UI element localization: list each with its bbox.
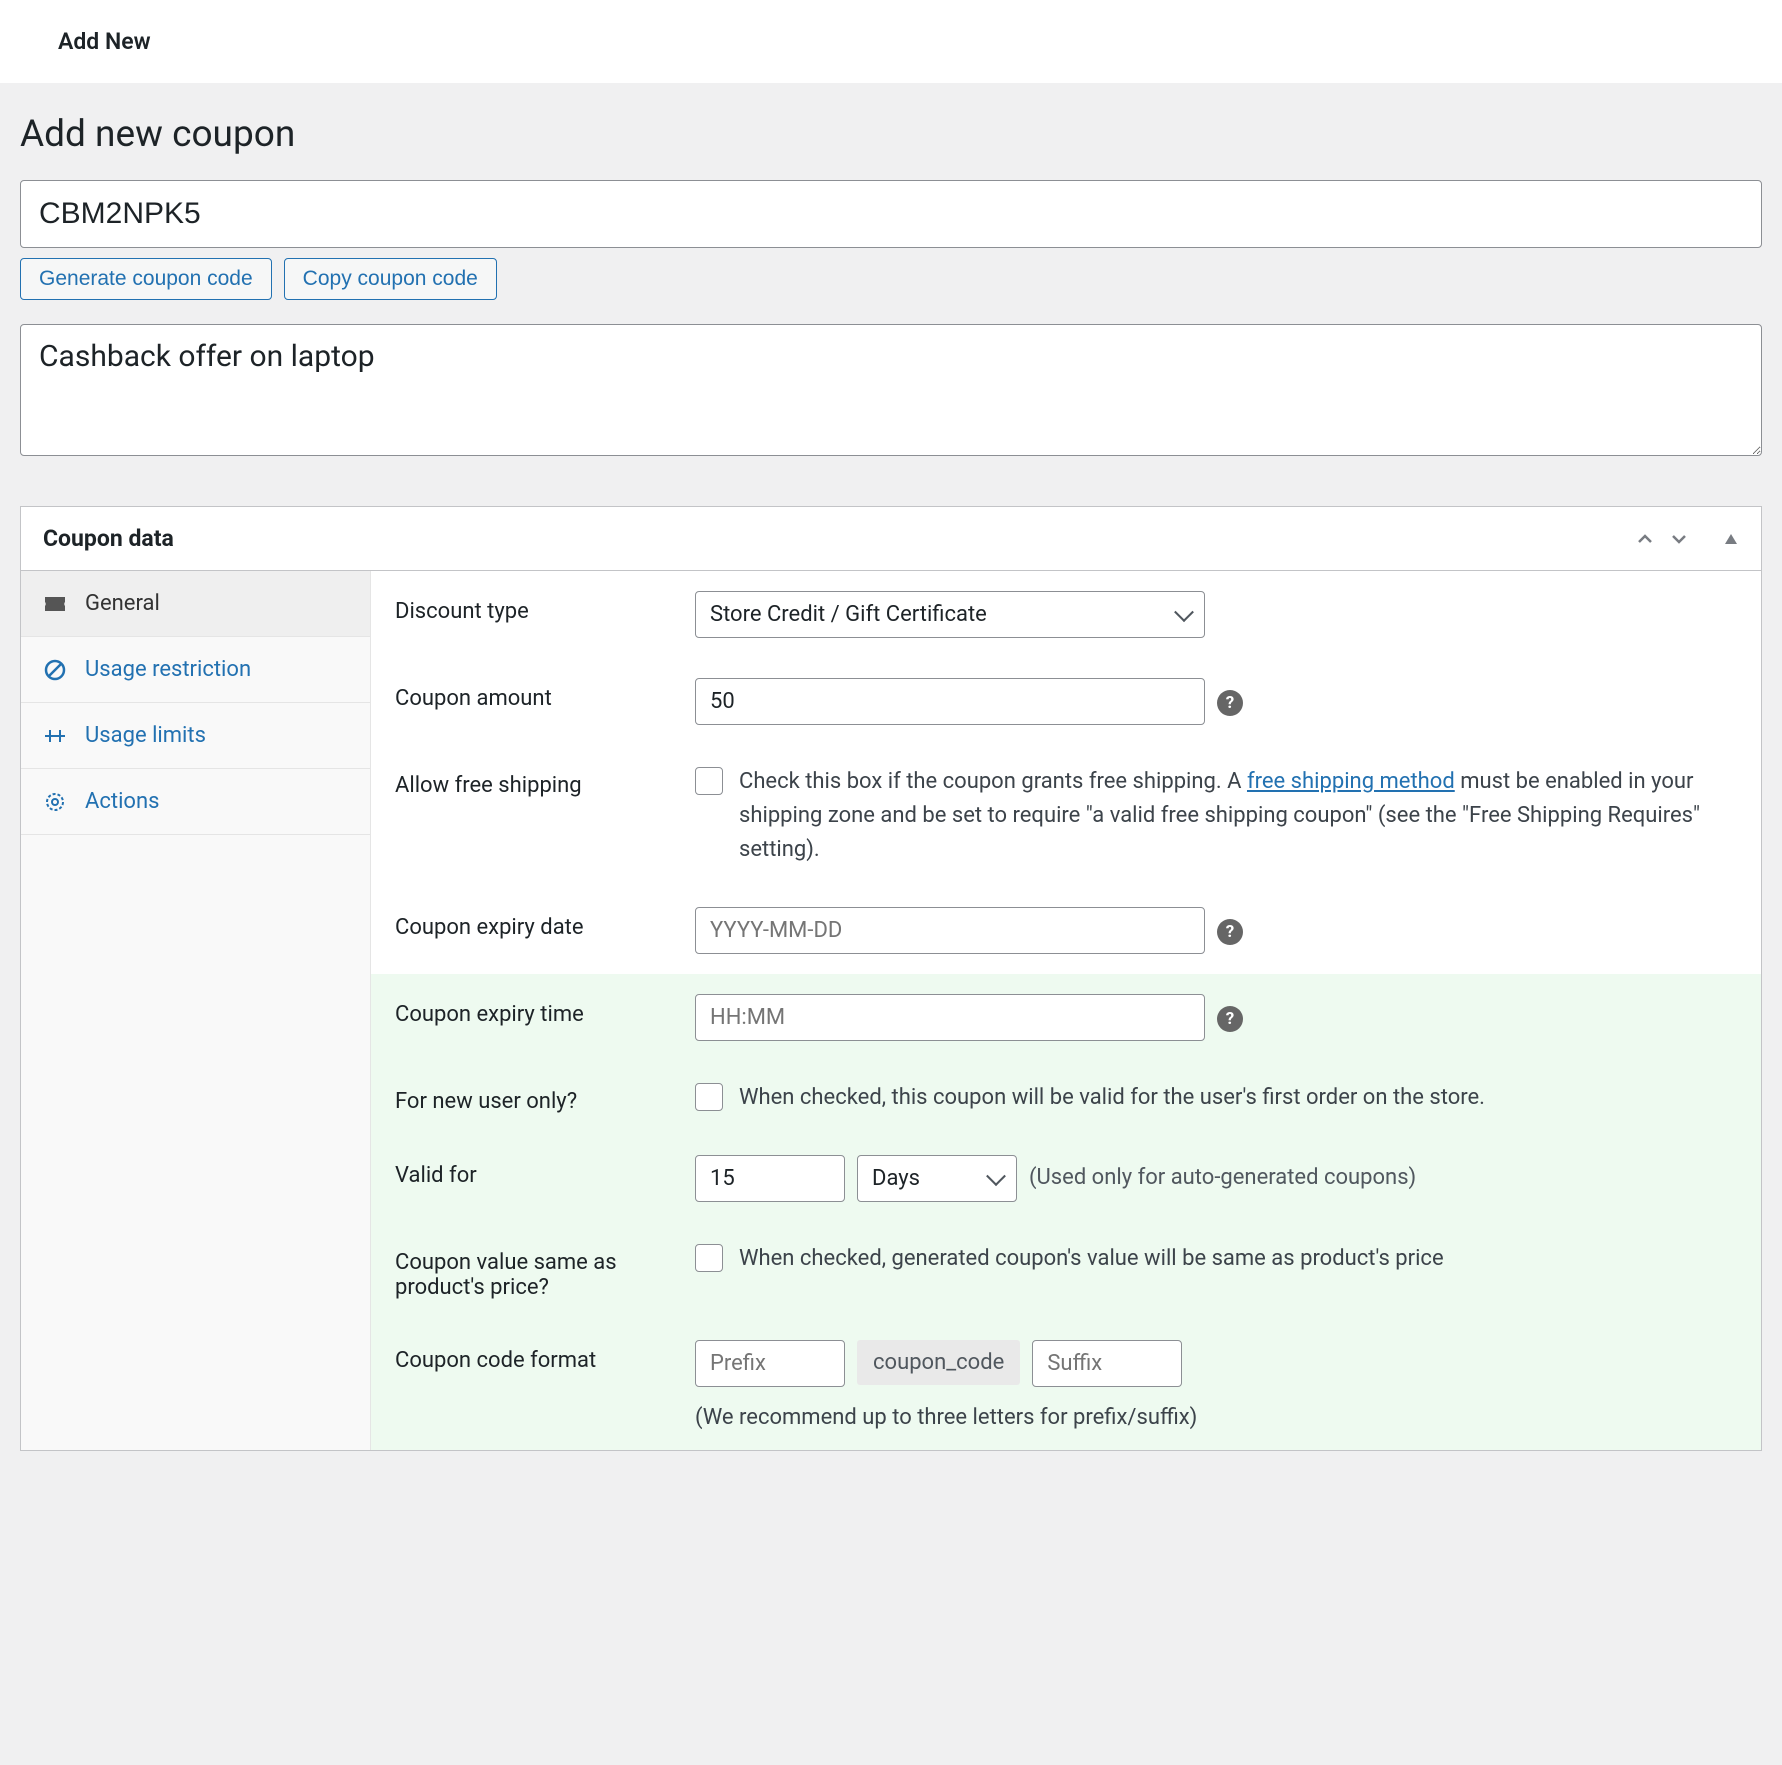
- copy-coupon-button[interactable]: Copy coupon code: [284, 258, 497, 300]
- code-suffix-input[interactable]: [1032, 1340, 1182, 1387]
- valid-for-unit-select[interactable]: Days: [857, 1155, 1017, 1202]
- same-as-price-label: Coupon value same as product's price?: [395, 1242, 695, 1300]
- coupon-amount-input[interactable]: [695, 678, 1205, 725]
- triangle-up-icon[interactable]: [1723, 531, 1739, 547]
- same-as-price-hint: When checked, generated coupon's value w…: [739, 1242, 1444, 1276]
- same-as-price-checkbox[interactable]: [695, 1244, 723, 1272]
- limits-icon: [43, 724, 67, 748]
- help-icon[interactable]: ?: [1217, 919, 1243, 945]
- coupon-code-input[interactable]: [20, 180, 1762, 248]
- discount-type-select[interactable]: Store Credit / Gift Certificate: [695, 591, 1205, 638]
- tab-actions[interactable]: Actions: [21, 769, 370, 835]
- expiry-time-label: Coupon expiry time: [395, 994, 695, 1041]
- code-format-mid: coupon_code: [857, 1340, 1020, 1385]
- coupon-amount-label: Coupon amount: [395, 678, 695, 725]
- tab-usage-restriction[interactable]: Usage restriction: [21, 637, 370, 703]
- new-user-checkbox[interactable]: [695, 1083, 723, 1111]
- tab-label: Actions: [85, 789, 159, 814]
- page-title: Add new coupon: [20, 113, 1762, 156]
- chevron-up-icon[interactable]: [1635, 529, 1655, 549]
- tab-label: Usage limits: [85, 723, 206, 748]
- discount-type-label: Discount type: [395, 591, 695, 638]
- tab-label: Usage restriction: [85, 657, 251, 682]
- help-icon[interactable]: ?: [1217, 690, 1243, 716]
- code-format-note: (We recommend up to three letters for pr…: [695, 1405, 1737, 1430]
- generate-coupon-button[interactable]: Generate coupon code: [20, 258, 272, 300]
- help-icon[interactable]: ?: [1217, 1006, 1243, 1032]
- new-user-label: For new user only?: [395, 1081, 695, 1115]
- valid-for-input[interactable]: [695, 1155, 845, 1202]
- panel-title: Coupon data: [43, 525, 174, 552]
- valid-for-hint: (Used only for auto-generated coupons): [1029, 1155, 1416, 1190]
- coupon-description-input[interactable]: Cashback offer on laptop: [20, 324, 1762, 456]
- code-prefix-input[interactable]: [695, 1340, 845, 1387]
- new-user-hint: When checked, this coupon will be valid …: [739, 1081, 1485, 1115]
- expiry-date-label: Coupon expiry date: [395, 907, 695, 954]
- valid-for-label: Valid for: [395, 1155, 695, 1202]
- chevron-down-icon[interactable]: [1669, 529, 1689, 549]
- free-shipping-hint: Check this box if the coupon grants free…: [739, 765, 1737, 867]
- ticket-icon: [43, 592, 67, 616]
- add-new-heading: Add New: [58, 28, 151, 55]
- free-shipping-label: Allow free shipping: [395, 765, 695, 867]
- expiry-time-input[interactable]: [695, 994, 1205, 1041]
- tab-label: General: [85, 591, 160, 616]
- gear-icon: [43, 790, 67, 814]
- free-shipping-link[interactable]: free shipping method: [1247, 769, 1455, 794]
- ban-icon: [43, 658, 67, 682]
- free-shipping-checkbox[interactable]: [695, 767, 723, 795]
- code-format-label: Coupon code format: [395, 1340, 695, 1430]
- tab-general[interactable]: General: [21, 571, 370, 637]
- tab-usage-limits[interactable]: Usage limits: [21, 703, 370, 769]
- expiry-date-input[interactable]: [695, 907, 1205, 954]
- coupon-data-panel: Coupon data General: [20, 506, 1762, 1451]
